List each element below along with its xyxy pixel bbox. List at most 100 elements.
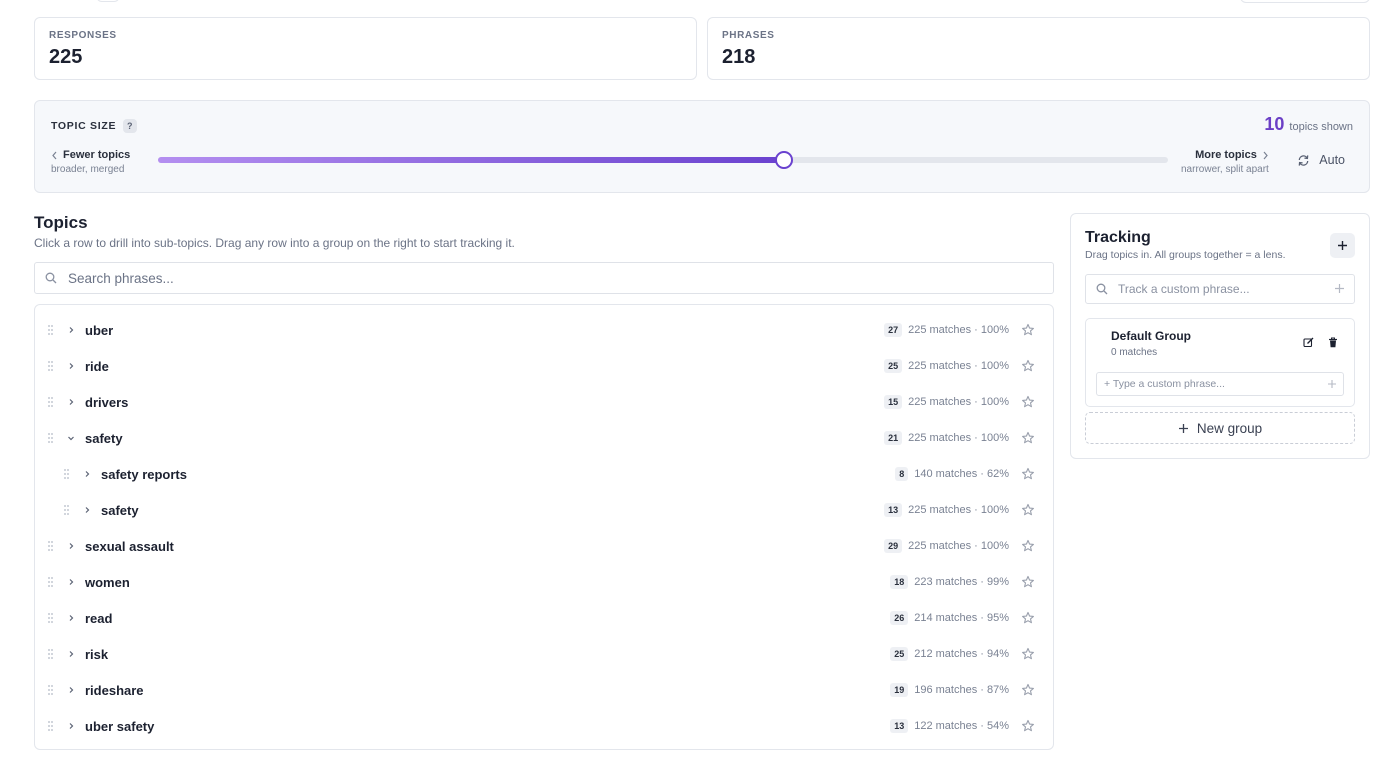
tracking-description: Drag topics in. All groups together = a …: [1085, 249, 1286, 261]
fewer-topics-button[interactable]: Fewer topics broader, merged: [51, 149, 130, 175]
star-icon[interactable]: [1021, 647, 1035, 661]
topic-row[interactable]: sexual assault 29 225 matches · 100%: [35, 528, 1053, 564]
more-topics-sub: narrower, split apart: [1181, 164, 1269, 175]
topic-row[interactable]: safety 21 225 matches · 100%: [35, 420, 1053, 456]
topic-row[interactable]: read 26 214 matches · 95%: [35, 600, 1053, 636]
topic-label: rideshare: [85, 683, 144, 698]
add-icon[interactable]: [1327, 379, 1337, 389]
star-icon[interactable]: [1021, 575, 1035, 589]
star-icon[interactable]: [1021, 395, 1035, 409]
topic-row[interactable]: uber safety 13 122 matches · 54%: [35, 708, 1053, 744]
responses-label: RESPONSES: [49, 30, 117, 41]
drag-handle-icon[interactable]: [48, 613, 54, 623]
chevron-right-icon[interactable]: [65, 648, 77, 660]
chevron-right-icon[interactable]: [81, 504, 93, 516]
phrases-value: 218: [722, 46, 756, 68]
topic-row-stats: 13 225 matches · 100%: [884, 501, 1035, 519]
chevron-right-icon[interactable]: [65, 720, 77, 732]
topic-label: women: [85, 575, 130, 590]
group-phrase-input[interactable]: [1104, 378, 1314, 390]
topic-row[interactable]: ride 25 225 matches · 100%: [35, 348, 1053, 384]
topic-label: risk: [85, 647, 109, 662]
count-badge: 25: [884, 359, 903, 373]
count-badge: 8: [895, 467, 909, 481]
edit-icon[interactable]: [1303, 337, 1314, 348]
chevron-right-icon[interactable]: [65, 576, 77, 588]
add-tracking-button[interactable]: [1330, 233, 1355, 258]
chevron-down-icon[interactable]: [65, 432, 77, 444]
search-icon: [45, 272, 57, 284]
phrases-label: PHRASES: [722, 30, 775, 41]
drag-handle-icon[interactable]: [48, 361, 54, 371]
topic-row[interactable]: safety 13 225 matches · 100%: [35, 492, 1053, 528]
star-icon[interactable]: [1021, 719, 1035, 733]
topic-label: ride: [85, 359, 109, 374]
drag-handle-icon[interactable]: [64, 505, 70, 515]
toolbar-button-stub[interactable]: [1240, 0, 1370, 3]
star-icon[interactable]: [1021, 359, 1035, 373]
more-topics-button[interactable]: More topics narrower, split apart: [1181, 149, 1269, 175]
star-icon[interactable]: [1021, 683, 1035, 697]
topic-label: drivers: [85, 395, 129, 410]
trash-icon[interactable]: [1328, 337, 1338, 348]
star-icon[interactable]: [1021, 467, 1035, 481]
topic-row[interactable]: women 18 223 matches · 99%: [35, 564, 1053, 600]
star-icon[interactable]: [1021, 431, 1035, 445]
chevron-right-icon[interactable]: [65, 540, 77, 552]
topic-row-stats: 27 225 matches · 100%: [884, 321, 1035, 339]
drag-handle-icon[interactable]: [48, 325, 54, 335]
help-icon[interactable]: ?: [123, 119, 138, 133]
topic-row[interactable]: drivers 15 225 matches · 100%: [35, 384, 1053, 420]
star-icon[interactable]: [1021, 503, 1035, 517]
star-icon[interactable]: [1021, 539, 1035, 553]
slider-handle[interactable]: [775, 151, 794, 169]
topic-row-stats: 25 225 matches · 100%: [884, 357, 1035, 375]
topic-label: safety reports: [101, 467, 187, 482]
tab-stub: [96, 0, 120, 2]
custom-phrase-box: [1085, 274, 1355, 304]
count-badge: 25: [890, 647, 909, 661]
count-badge: 13: [884, 503, 903, 517]
chevron-right-icon[interactable]: [65, 684, 77, 696]
topic-row[interactable]: safety reports 8 140 matches · 62%: [35, 456, 1053, 492]
slider-fill: [158, 157, 785, 163]
drag-handle-icon[interactable]: [48, 649, 54, 659]
chevron-right-icon[interactable]: [81, 468, 93, 480]
custom-phrase-input[interactable]: [1118, 282, 1318, 296]
match-text: 225 matches · 100%: [908, 540, 1009, 552]
drag-handle-icon[interactable]: [48, 541, 54, 551]
new-group-button[interactable]: New group: [1085, 412, 1355, 444]
topic-row-stats: 26 214 matches · 95%: [890, 609, 1035, 627]
topic-row[interactable]: risk 25 212 matches · 94%: [35, 636, 1053, 672]
topic-label: safety: [101, 503, 139, 518]
group-matches: 0 matches: [1111, 347, 1158, 358]
add-icon[interactable]: [1334, 283, 1345, 294]
topic-row[interactable]: uber 27 225 matches · 100%: [35, 312, 1053, 348]
phrases-card: PHRASES 218: [707, 17, 1370, 80]
search-input[interactable]: [68, 270, 968, 286]
drag-handle-icon[interactable]: [64, 469, 70, 479]
chevron-right-icon[interactable]: [65, 360, 77, 372]
drag-handle-icon[interactable]: [48, 433, 54, 443]
drag-handle-icon[interactable]: [48, 685, 54, 695]
drag-handle-icon[interactable]: [48, 721, 54, 731]
chevron-right-icon[interactable]: [65, 324, 77, 336]
star-icon[interactable]: [1021, 323, 1035, 337]
topic-size-panel: TOPIC SIZE ? 10 topics shown Fewer topic…: [34, 100, 1370, 193]
drag-handle-icon[interactable]: [48, 397, 54, 407]
match-text: 225 matches · 100%: [908, 396, 1009, 408]
default-group-card[interactable]: Default Group 0 matches: [1085, 318, 1355, 407]
tracking-panel: Tracking Drag topics in. All groups toge…: [1070, 213, 1370, 459]
auto-button[interactable]: Auto: [1297, 153, 1345, 167]
match-text: 223 matches · 99%: [914, 576, 1009, 588]
topic-row[interactable]: rideshare 19 196 matches · 87%: [35, 672, 1053, 708]
chevron-right-icon[interactable]: [65, 396, 77, 408]
topic-label: read: [85, 611, 113, 626]
topic-size-slider[interactable]: [158, 151, 1168, 169]
topic-row-stats: 18 223 matches · 99%: [890, 573, 1035, 591]
star-icon[interactable]: [1021, 611, 1035, 625]
drag-handle-icon[interactable]: [48, 577, 54, 587]
chevron-right-icon[interactable]: [65, 612, 77, 624]
count-badge: 19: [890, 683, 909, 697]
count-badge: 15: [884, 395, 903, 409]
